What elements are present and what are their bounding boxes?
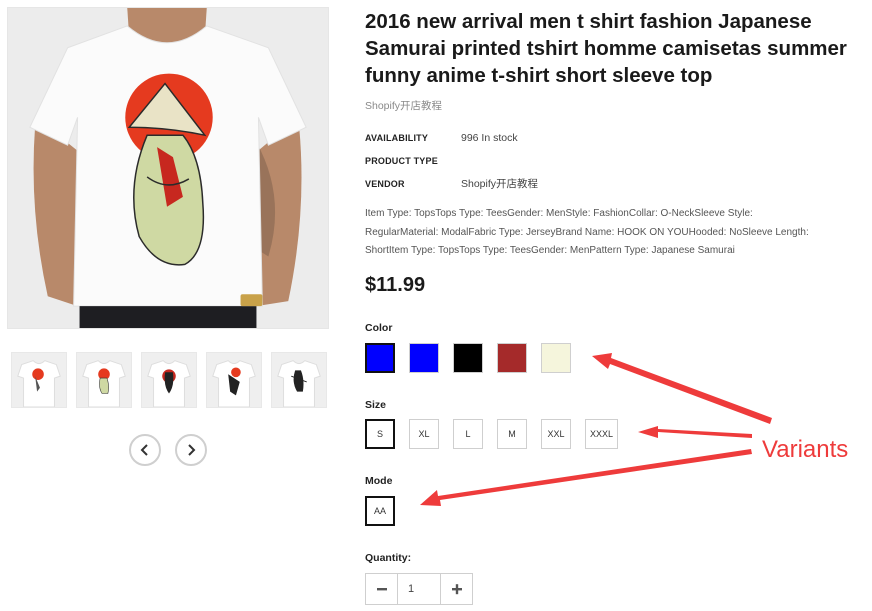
gallery-prev-button[interactable] [129, 434, 161, 466]
meta-row-vendor: VENDOR Shopify开店教程 [365, 172, 538, 195]
meta-row-product-type: PRODUCT TYPE [365, 149, 538, 172]
product-title: 2016 new arrival men t shirt fashion Jap… [365, 10, 847, 87]
color-swatch[interactable] [497, 343, 527, 373]
color-swatch[interactable] [541, 343, 571, 373]
thumbnail-strip [11, 352, 327, 408]
mode-label: Mode [365, 475, 393, 487]
size-label: Size [365, 399, 387, 411]
quantity-decrease-button[interactable] [366, 574, 397, 604]
product-meta: AVAILABILITY 996 In stock PRODUCT TYPE V… [365, 126, 538, 195]
thumbnail-4[interactable] [206, 352, 262, 408]
color-swatch[interactable] [409, 343, 439, 373]
meta-value: 996 In stock [461, 131, 518, 144]
meta-row-availability: AVAILABILITY 996 In stock [365, 126, 538, 149]
arrow-to-color [592, 353, 772, 424]
quantity-label: Quantity: [365, 552, 412, 564]
gallery-next-button[interactable] [175, 434, 207, 466]
variants-annotation-label: Variants [762, 436, 849, 463]
meta-value[interactable]: Shopify开店教程 [461, 176, 538, 191]
size-options: S XL L M XXL XXXL [365, 419, 619, 449]
meta-key: VENDOR [365, 178, 405, 189]
quantity-input[interactable]: 1 [397, 574, 441, 604]
mode-option-aa[interactable]: AA [365, 496, 395, 526]
color-swatch[interactable] [453, 343, 483, 373]
arrow-to-size [638, 426, 752, 438]
chevron-left-icon [140, 444, 148, 456]
minus-icon [376, 588, 387, 591]
size-option-xl[interactable]: XL [409, 419, 439, 449]
description-line: RegularMaterial: ModalFabric Type: Jerse… [365, 226, 809, 238]
thumbnail-3[interactable] [141, 352, 197, 408]
quantity-stepper: 1 [365, 573, 473, 605]
description-line: ShortItem Type: TopsTops Type: TeesGende… [365, 245, 735, 256]
plus-icon [451, 584, 462, 595]
color-label: Color [365, 322, 393, 334]
mode-options: AA [365, 496, 395, 526]
arrow-to-mode [420, 449, 752, 506]
product-main-image[interactable] [7, 7, 329, 329]
chevron-right-icon [188, 444, 196, 456]
meta-key: AVAILABILITY [365, 132, 429, 143]
quantity-increase-button[interactable] [441, 574, 472, 604]
size-option-l[interactable]: L [453, 419, 483, 449]
color-swatch[interactable] [365, 343, 395, 373]
color-swatches [365, 343, 571, 373]
meta-key: PRODUCT TYPE [365, 155, 438, 166]
thumbnail-2[interactable] [76, 352, 132, 408]
thumbnail-5[interactable] [271, 352, 327, 408]
product-price: $11.99 [365, 274, 426, 296]
size-option-m[interactable]: M [497, 419, 527, 449]
thumbnail-1[interactable] [11, 352, 67, 408]
description-line: Item Type: TopsTops Type: TeesGender: Me… [365, 208, 753, 219]
size-option-xxl[interactable]: XXL [541, 419, 571, 449]
product-vendor-link[interactable]: Shopify开店教程 [365, 98, 442, 113]
product-description: Item Type: TopsTops Type: TeesGender: Me… [365, 205, 845, 261]
size-option-s[interactable]: S [365, 419, 395, 449]
size-option-xxxl[interactable]: XXXL [585, 419, 619, 449]
